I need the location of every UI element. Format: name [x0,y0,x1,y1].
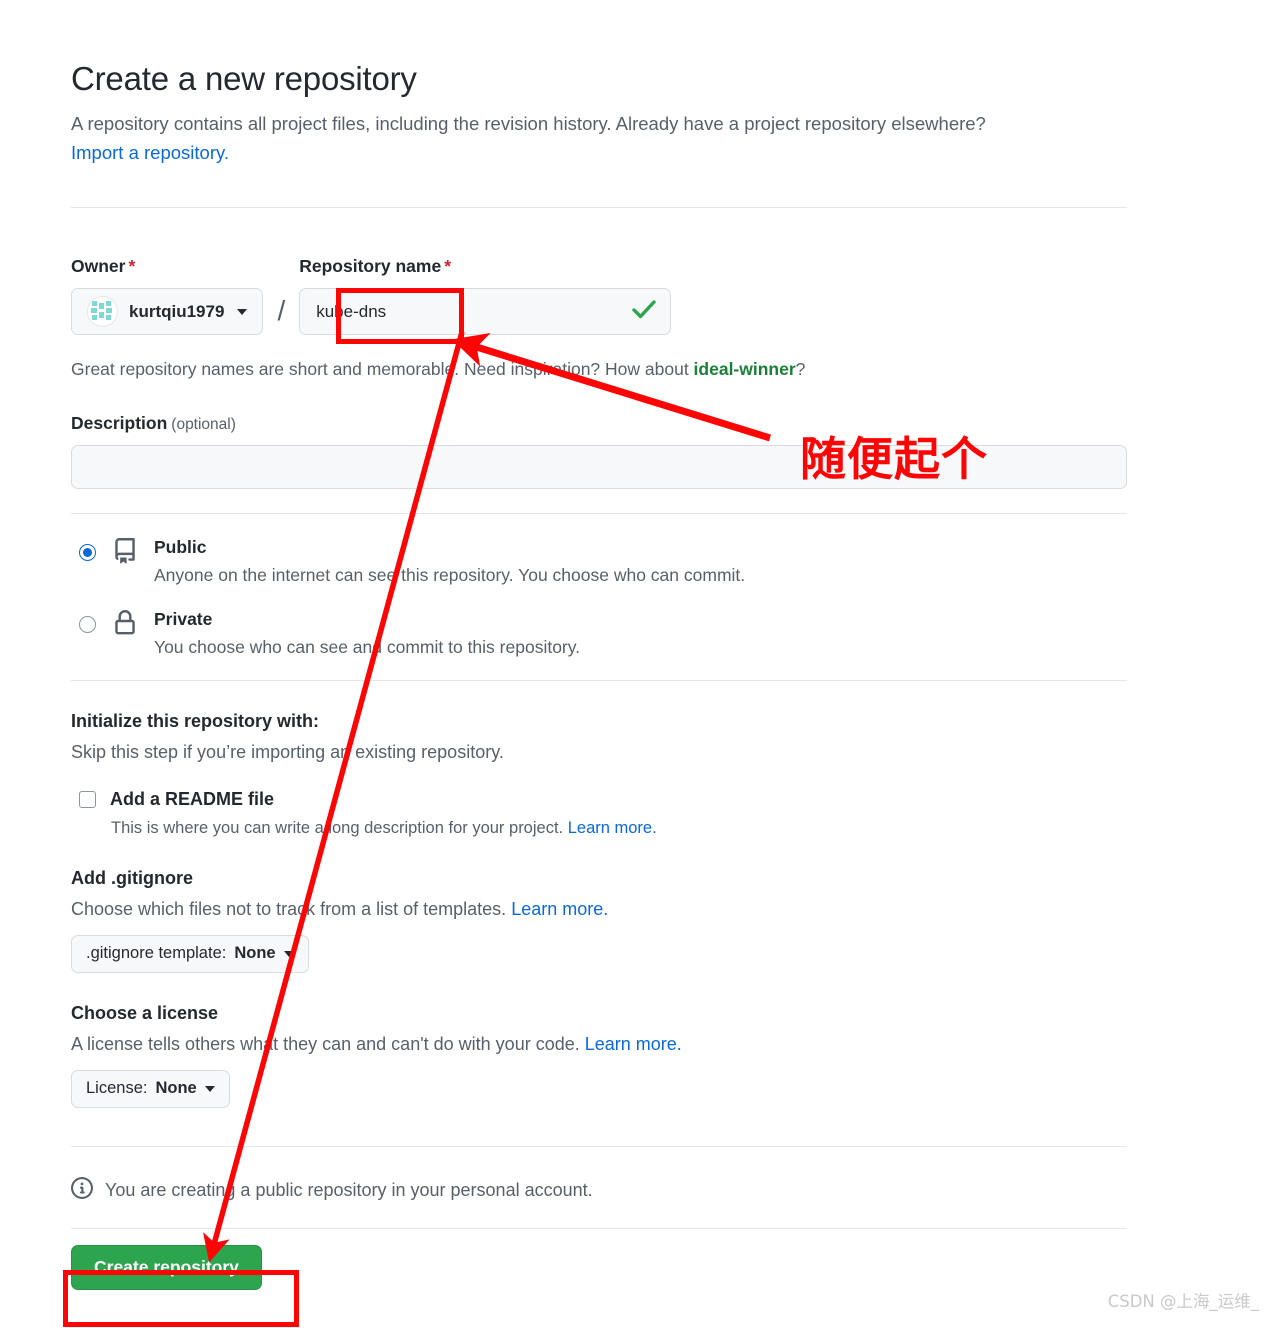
visibility-private-text: Private You choose who can see and commi… [154,608,580,658]
annotation-note-text: 随便起个 [800,432,988,486]
chevron-down-icon [204,1085,215,1092]
page-subtitle-text: A repository contains all project files,… [71,113,986,134]
divider-description [71,513,1127,515]
license-dropdown-prefix: License: [86,1079,148,1098]
license-dropdown[interactable]: License: None [71,1069,230,1108]
owner-and-name-row: Owner * kurtqiu1979 / Repository name * … [71,256,1127,336]
description-optional-tag: (optional) [171,416,236,434]
license-note-text: A license tells others what they can and… [71,1033,585,1054]
license-title: Choose a license [71,1002,219,1023]
divider-header [71,207,1127,209]
repo-name-helper-text: Great repository names are short and mem… [71,359,1127,380]
radio-public[interactable] [79,544,96,562]
gitignore-dropdown-value: None [234,944,276,963]
gitignore-dropdown-prefix: .gitignore template: [86,944,227,963]
chevron-down-icon [283,950,294,957]
lock-icon [112,610,138,641]
annotation-box-repo-name [336,288,464,344]
divider-license [71,1145,1127,1147]
gitignore-note-text: Choose which files not to track from a l… [71,898,512,919]
watermark: CSDN @上海_运维_ [1107,1292,1259,1311]
license-note: A license tells others what they can and… [71,1034,1127,1055]
visibility-option-private[interactable]: Private You choose who can see and commi… [71,608,1127,658]
visibility-info-row: You are creating a public repository in … [71,1176,1127,1204]
owner-required-mark: * [128,256,136,277]
gitignore-learn-more-link[interactable]: Learn more. [511,899,608,919]
create-repository-page: Create a new repository A repository con… [71,0,1127,1290]
page-subtitle: A repository contains all project files,… [71,110,1127,167]
suggested-name-link[interactable]: ideal-winner [694,359,796,379]
owner-label: Owner * [71,256,263,277]
divider-visibility [71,679,1127,681]
initialize-subtitle: Skip this step if you’re importing an ex… [71,741,504,762]
gitignore-title: Add .gitignore [71,867,193,888]
gitignore-note: Choose which files not to track from a l… [71,899,1127,920]
info-icon [71,1176,93,1204]
chevron-down-icon [237,308,248,315]
avatar [87,296,118,328]
readme-checkbox[interactable] [79,790,96,808]
license-dropdown-value: None [155,1079,197,1098]
annotation-box-create-button [63,1270,299,1327]
helper-suffix: ? [795,359,806,380]
radio-private[interactable] [79,616,96,634]
visibility-options: Public Anyone on the internet can see th… [71,536,1127,658]
repo-name-label: Repository name * [299,256,671,277]
visibility-option-public[interactable]: Public Anyone on the internet can see th… [71,536,1127,586]
readme-learn-more-link[interactable]: Learn more. [568,819,657,837]
visibility-private-title: Private [154,609,213,630]
gitignore-template-dropdown[interactable]: .gitignore template: None [71,934,309,973]
visibility-public-desc: Anyone on the internet can see this repo… [154,565,746,586]
visibility-private-desc: You choose who can see and commit to thi… [154,636,581,657]
page-title: Create a new repository [71,60,417,97]
readme-note: This is where you can write a long descr… [111,819,1127,838]
readme-label: Add a README file [110,788,275,809]
readme-checkbox-row[interactable]: Add a README file [71,789,1127,810]
import-repository-link[interactable]: Import a repository. [71,142,229,163]
readme-note-text: This is where you can write a long descr… [111,818,568,837]
owner-field-group: Owner * kurtqiu1979 [71,256,264,336]
owner-name-separator: / [277,295,286,327]
repo-book-icon [112,538,138,569]
visibility-public-title: Public [154,537,207,558]
license-learn-more-link[interactable]: Learn more. [585,1034,682,1054]
repo-name-label-text: Repository name [299,256,442,277]
owner-select-button[interactable]: kurtqiu1979 [71,288,264,336]
repo-name-required-mark: * [444,256,452,277]
helper-prefix: Great repository names are short and mem… [71,359,694,380]
initialize-title: Initialize this repository with: [71,710,320,731]
description-label-text: Description [71,413,168,434]
visibility-info-text: You are creating a public repository in … [105,1179,593,1200]
owner-name-value: kurtqiu1979 [129,301,225,321]
divider-footer [71,1227,1127,1229]
owner-label-text: Owner [71,256,126,277]
visibility-public-text: Public Anyone on the internet can see th… [154,536,745,586]
